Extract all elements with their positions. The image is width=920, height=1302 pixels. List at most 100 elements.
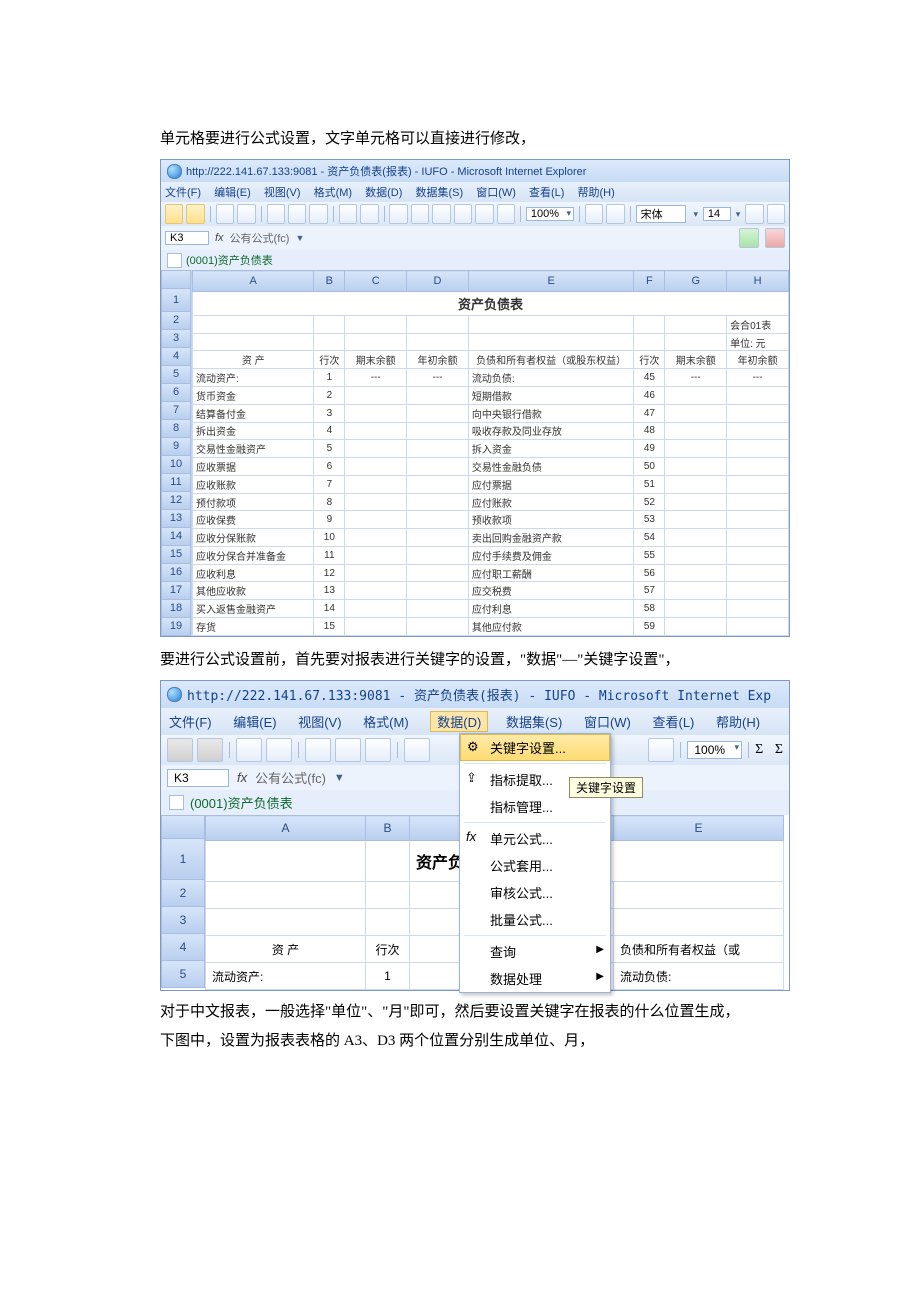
row-header[interactable]: 2 [161,880,205,907]
sheet-tab[interactable]: (0001)资产负债表 [186,252,273,268]
cell[interactable] [407,458,469,476]
cell[interactable]: 7 [314,475,345,493]
zoom-select[interactable]: 100% [526,207,574,221]
menu-bar[interactable]: 文件(F) 编辑(E) 视图(V) 格式(M) 数据(D) 数据集(S) 窗口(… [161,182,789,202]
zoom-select[interactable]: 100% [687,741,742,759]
cell[interactable] [345,511,407,529]
col-header[interactable]: G [665,271,727,292]
row-header[interactable]: 9 [161,438,191,456]
row-header[interactable]: 7 [161,402,191,420]
chevron-down-icon[interactable]: ▾ [734,209,742,220]
cell[interactable] [407,511,469,529]
print-setup-icon[interactable] [365,738,391,762]
cell[interactable] [345,600,407,618]
cell[interactable]: 流动负债: [614,963,784,990]
cell[interactable] [407,387,469,405]
cell[interactable] [407,475,469,493]
cell[interactable] [727,618,789,636]
sigma-icon[interactable]: Σ [755,742,763,758]
cell[interactable] [665,582,727,600]
cell[interactable]: 59 [634,618,665,636]
cell[interactable]: 9 [314,511,345,529]
cell[interactable] [665,564,727,582]
row-header[interactable]: 5 [161,961,205,988]
cell[interactable] [407,546,469,564]
cell[interactable]: 其他应收款 [193,582,314,600]
cell[interactable]: 预收款项 [468,511,634,529]
row-header[interactable]: 1 [161,839,205,880]
cell[interactable] [345,387,407,405]
sigma-icon[interactable]: Σ [775,742,783,758]
print-icon[interactable] [288,204,306,224]
menu-view[interactable]: 视图(V) [298,712,341,731]
cell[interactable] [727,387,789,405]
formula-mode-select[interactable]: 公有公式(fc) [230,230,290,246]
cell[interactable] [665,600,727,618]
cell[interactable]: 应付账款 [468,493,634,511]
menu-item-cell-formula[interactable]: fx单元公式... [460,825,610,852]
cell[interactable]: 卖出回购金融资产款 [468,529,634,547]
cell[interactable]: 期末余额 [665,351,727,369]
undo-icon[interactable] [404,738,430,762]
chevron-down-icon[interactable]: ▼ [334,772,343,784]
cell[interactable]: 45 [634,369,665,387]
menu-dataset[interactable]: 数据集(S) [415,187,463,199]
cell[interactable] [727,458,789,476]
menu-window[interactable]: 窗口(W) [476,187,516,199]
cell[interactable]: 13 [314,582,345,600]
save-as-icon[interactable] [266,738,292,762]
cell[interactable]: 向中央银行借款 [468,404,634,422]
cell[interactable]: 应收利息 [193,564,314,582]
cell[interactable] [727,422,789,440]
row-header[interactable]: 4 [161,348,191,366]
cell[interactable] [345,546,407,564]
cell[interactable] [665,546,727,564]
cell[interactable]: 1 [366,963,410,990]
fx-icon[interactable]: fx [215,232,224,244]
cell[interactable] [665,511,727,529]
menu-look[interactable]: 查看(L) [653,712,695,731]
cell[interactable] [345,404,407,422]
col-header[interactable]: H [727,271,789,292]
menu-format[interactable]: 格式(M) [314,187,353,199]
menu-item-query[interactable]: 查询▶ [460,938,610,965]
cut-icon[interactable] [389,204,407,224]
menu-help[interactable]: 帮助(H) [716,712,760,731]
find-icon[interactable] [497,204,515,224]
cell[interactable]: 负债和所有者权益（或 [614,936,784,963]
cell[interactable] [407,600,469,618]
menu-look[interactable]: 查看(L) [529,187,564,199]
cell[interactable] [345,582,407,600]
cell[interactable] [345,529,407,547]
cell[interactable]: 流动资产: [193,369,314,387]
cell[interactable]: 货币资金 [193,387,314,405]
col-header[interactable]: A [193,271,314,292]
cell[interactable]: 3 [314,404,345,422]
cell[interactable] [727,546,789,564]
row-header[interactable]: 3 [161,330,191,348]
cell[interactable] [407,404,469,422]
cell[interactable]: 56 [634,564,665,582]
cell[interactable]: 8 [314,493,345,511]
save-as-icon[interactable] [186,204,204,224]
menu-file[interactable]: 文件(F) [169,712,212,731]
cell[interactable]: 11 [314,546,345,564]
cell[interactable]: 交易性金融负债 [468,458,634,476]
menu-edit[interactable]: 编辑(E) [214,187,251,199]
open-icon[interactable] [197,738,223,762]
fx-icon[interactable]: fx [237,770,247,785]
row-header[interactable]: 6 [161,384,191,402]
cell[interactable] [665,529,727,547]
cell[interactable]: 58 [634,600,665,618]
cell[interactable]: 52 [634,493,665,511]
paste-icon[interactable] [237,204,255,224]
cell[interactable]: 流动负债: [468,369,634,387]
cell[interactable] [345,475,407,493]
undo-icon[interactable] [339,204,357,224]
cell[interactable] [665,618,727,636]
cell[interactable] [345,493,407,511]
cell-reference-box[interactable]: K3 [167,769,229,787]
cell[interactable]: 55 [634,546,665,564]
cell[interactable] [345,458,407,476]
cell[interactable]: 其他应付款 [468,618,634,636]
